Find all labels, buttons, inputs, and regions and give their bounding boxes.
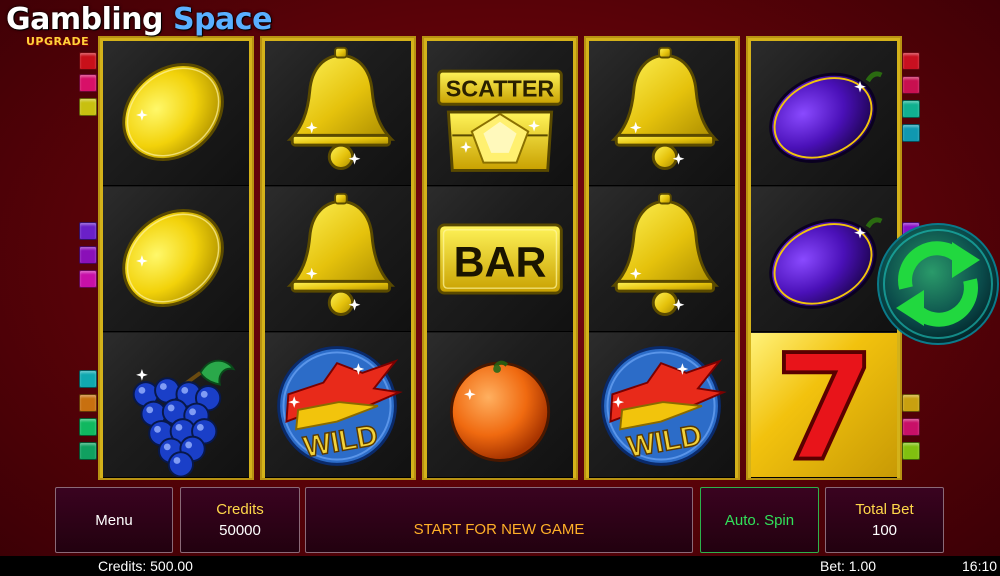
- bell-icon: [286, 192, 396, 316]
- payline-marker[interactable]: [79, 370, 97, 388]
- payline-marker[interactable]: [79, 418, 97, 436]
- bell-symbol: [589, 187, 735, 332]
- payline-marker[interactable]: [902, 100, 920, 118]
- wild-symbol: WILD: [265, 333, 411, 478]
- reel: [98, 36, 254, 480]
- credits-value: 50000: [219, 522, 261, 539]
- orange-symbol: [427, 333, 573, 478]
- payline-marker[interactable]: [79, 442, 97, 460]
- seven-icon: 7: [772, 333, 877, 477]
- plum-icon: [769, 71, 883, 163]
- total-bet-value: 100: [871, 522, 898, 539]
- total-bet-label: Total Bet: [855, 501, 914, 518]
- payline-marker[interactable]: [902, 418, 920, 436]
- auto-spin-button[interactable]: Auto. Spin: [700, 487, 819, 553]
- grapes-symbol: [103, 333, 249, 478]
- svg-text:BAR: BAR: [454, 239, 547, 287]
- auto-spin-label: Auto. Spin: [724, 511, 795, 529]
- logo-brand-part1: Gambling: [6, 2, 164, 37]
- payline-marker[interactable]: [902, 76, 920, 94]
- bell-icon: [610, 46, 720, 170]
- gambling-space-logo: Gambling Space UPGRADE: [6, 2, 272, 52]
- wild-icon: WILD: [277, 346, 403, 466]
- credits-label: Credits: [216, 501, 264, 518]
- status-bar: Credits: 500.00 Bet: 1.00 16:10: [0, 556, 1000, 576]
- payline-marker[interactable]: [79, 52, 97, 70]
- grapes-icon: [132, 359, 236, 477]
- game-message: START FOR NEW GAME: [413, 521, 585, 538]
- lemon-icon: [122, 63, 224, 162]
- seven-symbol: 7: [751, 333, 897, 478]
- payline-marker[interactable]: [79, 246, 97, 264]
- scatter-symbol: SCATTER: [427, 41, 573, 186]
- payline-marker[interactable]: [902, 394, 920, 412]
- wild-icon: WILD: [601, 346, 727, 466]
- bell-symbol: [265, 187, 411, 332]
- bar-icon: BAR: [437, 223, 563, 295]
- scatter-icon: SCATTER: [437, 69, 563, 172]
- refresh-arrows-icon: [877, 223, 999, 345]
- bar-symbol: BAR: [427, 187, 573, 332]
- payline-marker[interactable]: [902, 442, 920, 460]
- payline-marker[interactable]: [79, 394, 97, 412]
- lemon-symbol: [103, 41, 249, 186]
- status-time: 16:10: [962, 558, 998, 574]
- bell-symbol: [589, 41, 735, 186]
- total-bet-button[interactable]: Total Bet 100: [825, 487, 944, 553]
- reel: SCATTER BAR: [422, 36, 578, 480]
- credits-button[interactable]: Credits 50000: [180, 487, 300, 553]
- reels-area: WILD SCATTER BAR WILD 7: [98, 36, 904, 480]
- lemon-icon: [122, 209, 224, 308]
- control-bar: Menu Credits 50000 START FOR NEW GAME Au…: [0, 484, 1000, 556]
- payline-marker[interactable]: [79, 222, 97, 240]
- payline-marker[interactable]: [902, 124, 920, 142]
- message-panel: START FOR NEW GAME: [305, 487, 693, 553]
- plum-symbol: [751, 41, 897, 186]
- logo-brand-part2: Space: [172, 2, 272, 37]
- payline-marker[interactable]: [79, 74, 97, 92]
- payline-marker[interactable]: [79, 98, 97, 116]
- svg-text:7: 7: [774, 333, 876, 477]
- svg-text:SCATTER: SCATTER: [446, 75, 555, 101]
- status-credits: Credits: 500.00: [98, 558, 193, 574]
- reel: WILD: [260, 36, 416, 480]
- spin-button[interactable]: [876, 222, 1000, 346]
- bell-icon: [286, 46, 396, 170]
- reel: WILD: [584, 36, 740, 480]
- status-bet: Bet: 1.00: [820, 558, 877, 574]
- wild-symbol: WILD: [589, 333, 735, 478]
- payline-marker[interactable]: [902, 52, 920, 70]
- payline-marker[interactable]: [79, 270, 97, 288]
- lemon-symbol: [103, 187, 249, 332]
- bell-symbol: [265, 41, 411, 186]
- menu-button[interactable]: Menu: [55, 487, 173, 553]
- bell-icon: [610, 192, 720, 316]
- menu-label: Menu: [95, 511, 133, 529]
- orange-icon: [449, 360, 551, 462]
- logo-upgrade-text: UPGRADE: [26, 35, 90, 48]
